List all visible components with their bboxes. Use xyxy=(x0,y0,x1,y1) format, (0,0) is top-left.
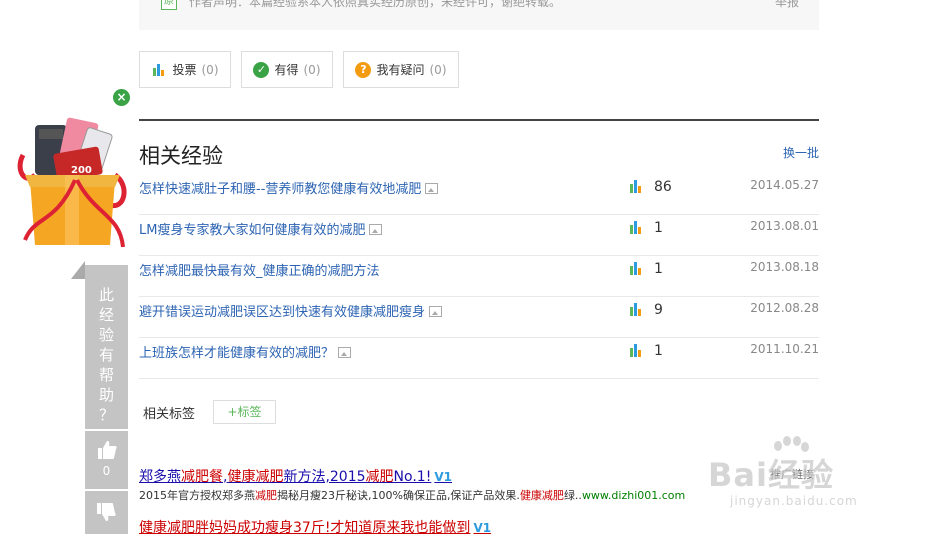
related-item-stat: 1 xyxy=(629,261,663,277)
helpful-question: 此 经 验 有 帮 助 ？ xyxy=(98,286,114,424)
bar-chart-icon xyxy=(629,343,645,359)
image-icon xyxy=(425,183,439,194)
related-item-title[interactable]: LM瘦身专家教大家如何健康有效的减肥 xyxy=(139,219,383,238)
related-item[interactable]: LM瘦身专家教大家如何健康有效的减肥 1 2013.08.01 xyxy=(139,215,819,256)
ad-link-1[interactable]: 郑多燕减肥餐,健康减肥新方法,2015减肥No.1! V1 xyxy=(139,466,452,486)
section-divider xyxy=(139,119,819,121)
refresh-link[interactable]: 换一批 xyxy=(783,144,819,161)
question-count: (0) xyxy=(429,62,447,77)
check-icon: ✓ xyxy=(253,61,270,78)
statement-text: 作者声明：本篇经验系本人依照真实经历原创，未经许可，谢绝转载。 xyxy=(189,0,562,9)
question-button[interactable]: ? 我有疑问 (0) xyxy=(343,51,459,88)
related-item-date: 2013.08.01 xyxy=(750,219,819,233)
related-title: 相关经验 xyxy=(139,144,223,168)
related-item-date: 2011.10.21 xyxy=(750,342,819,356)
watermark-brand: Bai经验 xyxy=(708,456,834,494)
bar-chart-icon xyxy=(629,179,645,195)
related-item[interactable]: 怎样减肥最快最有效_健康正确的减肥方法 1 2013.08.18 xyxy=(139,256,819,297)
like-button[interactable]: 0 xyxy=(85,431,128,489)
gift-box-icon: 200 xyxy=(17,117,127,248)
related-item-date: 2014.05.27 xyxy=(750,178,819,192)
related-item-title[interactable]: 上班族怎样才能健康有效的减肥？ xyxy=(139,342,352,361)
ad-description: 2015年官方授权郑多燕减肥揭秘月瘦23斤秘诀,100%确保正品,保证产品效果.… xyxy=(139,489,686,502)
useful-button[interactable]: ✓ 有得 (0) xyxy=(241,51,333,88)
bar-chart-icon xyxy=(629,302,645,318)
useful-label: 有得 xyxy=(274,63,299,77)
question-icon: ? xyxy=(355,61,372,78)
gift-badge-text: 200 xyxy=(71,165,92,176)
original-badge-icon: 原 xyxy=(161,0,177,10)
question-label: 我有疑问 xyxy=(376,63,425,77)
related-item-stat: 1 xyxy=(629,220,663,236)
related-item-title[interactable]: 怎样快速减肚子和腰--营养师教您健康有效地减肥 xyxy=(139,178,439,197)
related-item-date: 2013.08.18 xyxy=(750,260,819,274)
related-tags-label: 相关标签 xyxy=(143,407,196,422)
vote-count: (0) xyxy=(201,62,219,77)
ad-url[interactable]: www.dizhi001.com xyxy=(582,489,685,502)
helpful-sidebar[interactable]: 此 经 验 有 帮 助 ？ xyxy=(71,261,128,429)
useful-count: (0) xyxy=(303,62,321,77)
related-item[interactable]: 怎样快速减肚子和腰--营养师教您健康有效地减肥 86 2014.05.27 xyxy=(139,174,819,215)
baidu-jingyan-watermark: Bai经验 jingyan.baidu.com xyxy=(708,436,888,516)
related-item-stat: 9 xyxy=(629,302,663,318)
close-icon[interactable]: × xyxy=(113,89,130,106)
v1-badge-icon: V1 xyxy=(473,521,492,534)
add-tag-button[interactable]: +标签 xyxy=(213,400,276,424)
author-statement: 原 作者声明：本篇经验系本人依照真实经历原创，未经许可，谢绝转载。 举报 xyxy=(139,0,819,30)
image-icon xyxy=(369,224,383,235)
report-link[interactable]: 举报 xyxy=(775,0,799,10)
related-item-stat: 1 xyxy=(629,343,663,359)
like-count: 0 xyxy=(102,464,111,478)
v1-badge-icon: V1 xyxy=(434,470,452,484)
bar-chart-icon xyxy=(629,220,645,236)
vote-button[interactable]: 投票 (0) xyxy=(139,51,231,88)
related-item-stat: 86 xyxy=(629,179,672,195)
vote-label: 投票 xyxy=(172,63,197,77)
ad-link-2[interactable]: 健康减肥胖妈妈成功瘦身37斤!才知道原来我也能做到 V1 xyxy=(139,517,491,534)
related-item-title[interactable]: 避开错误运动减肥误区达到快速有效健康减肥瘦身 xyxy=(139,301,443,320)
gift-box-promo[interactable]: 200 xyxy=(15,115,130,255)
watermark-url: jingyan.baidu.com xyxy=(730,494,858,508)
thumb-up-icon xyxy=(97,441,117,459)
related-item[interactable]: 避开错误运动减肥误区达到快速有效健康减肥瘦身 9 2012.08.28 xyxy=(139,297,819,338)
bar-chart-icon xyxy=(151,62,167,78)
dislike-button[interactable] xyxy=(85,491,128,534)
related-item[interactable]: 上班族怎样才能健康有效的减肥？ 1 2011.10.21 xyxy=(139,338,819,379)
related-item-title[interactable]: 怎样减肥最快最有效_健康正确的减肥方法 xyxy=(139,260,380,279)
image-icon xyxy=(429,306,443,317)
thumb-down-icon xyxy=(97,503,116,521)
image-icon xyxy=(338,347,352,358)
related-item-date: 2012.08.28 xyxy=(750,301,819,315)
bar-chart-icon xyxy=(629,261,645,277)
